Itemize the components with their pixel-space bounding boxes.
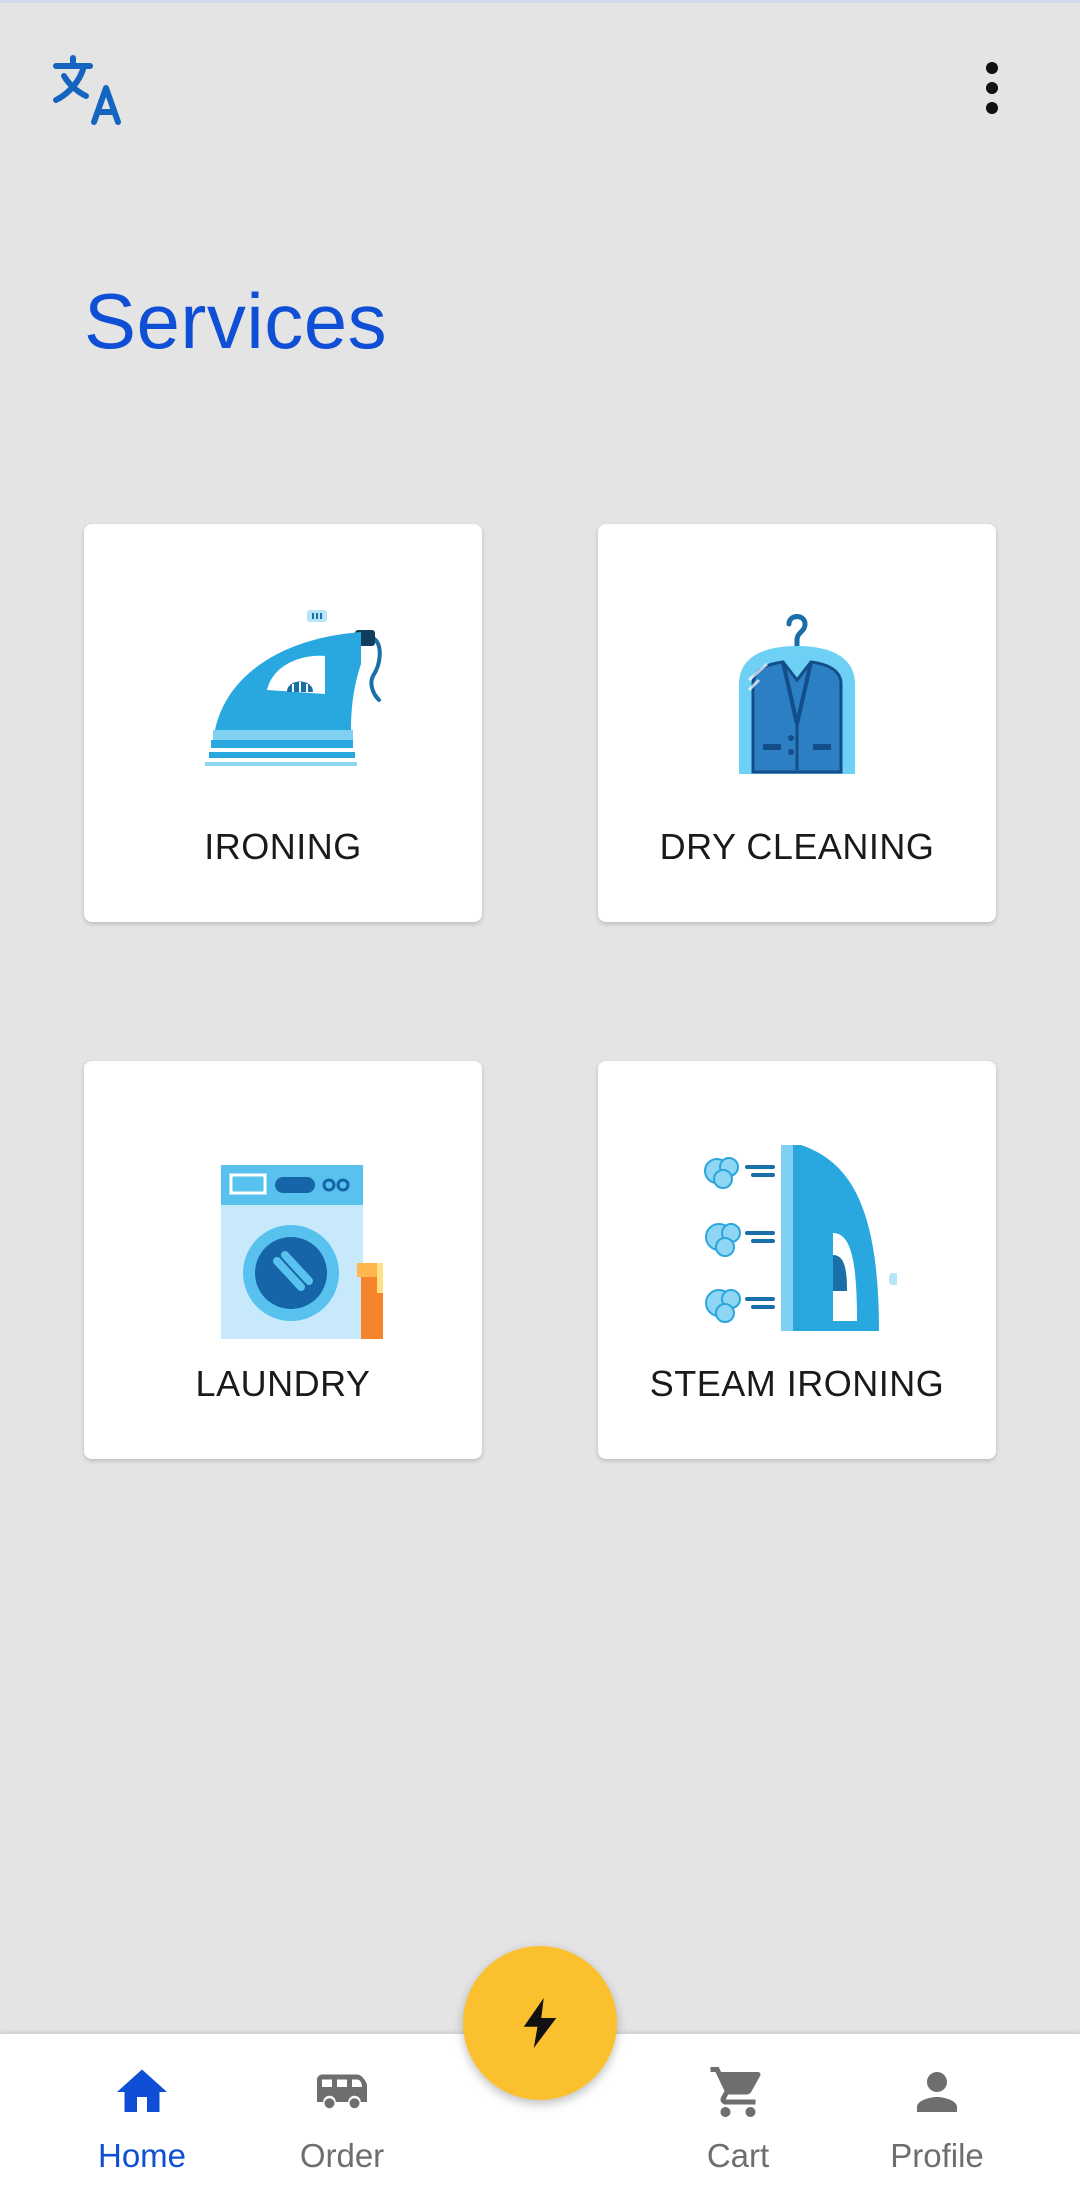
nav-label-order: Order	[299, 2137, 385, 2174]
steam-iron-icon	[704, 1145, 897, 1331]
top-edge-line	[0, 0, 1080, 3]
page-title: Services	[84, 277, 388, 365]
suit-bag-icon	[739, 614, 855, 774]
service-label: STEAM IRONING	[649, 1363, 945, 1404]
nav-item-home[interactable]: Home	[57, 2034, 227, 2191]
nav-label-profile: Profile	[890, 2137, 984, 2174]
nav-item-profile[interactable]: Profile	[852, 2034, 1022, 2191]
home-icon	[117, 2069, 167, 2112]
service-label: DRY CLEANING	[659, 826, 935, 867]
nav-item-order[interactable]: Order	[257, 2034, 427, 2191]
person-icon	[917, 2072, 957, 2112]
translate-icon	[53, 55, 121, 125]
service-card-steam-ironing[interactable]: STEAM IRONING	[598, 1061, 996, 1459]
service-card-laundry[interactable]: LAUNDRY	[84, 1061, 482, 1459]
translate-button[interactable]	[50, 52, 130, 132]
nav-label-home: Home	[97, 2137, 187, 2174]
iron-icon	[205, 610, 382, 766]
service-label: LAUNDRY	[195, 1363, 371, 1404]
more-options-button[interactable]	[968, 56, 1018, 120]
more-vert-icon	[986, 62, 998, 114]
washing-machine-icon	[221, 1165, 383, 1339]
flash-icon	[523, 1998, 557, 2048]
cart-icon	[710, 2067, 761, 2117]
service-label: IRONING	[204, 826, 362, 867]
service-card-ironing[interactable]: IRONING	[84, 524, 482, 922]
van-icon	[317, 2074, 367, 2109]
nav-item-cart[interactable]: Cart	[653, 2034, 823, 2191]
quick-order-fab[interactable]	[463, 1946, 617, 2100]
nav-label-cart: Cart	[706, 2137, 770, 2174]
service-card-dry-cleaning[interactable]: DRY CLEANING	[598, 524, 996, 922]
